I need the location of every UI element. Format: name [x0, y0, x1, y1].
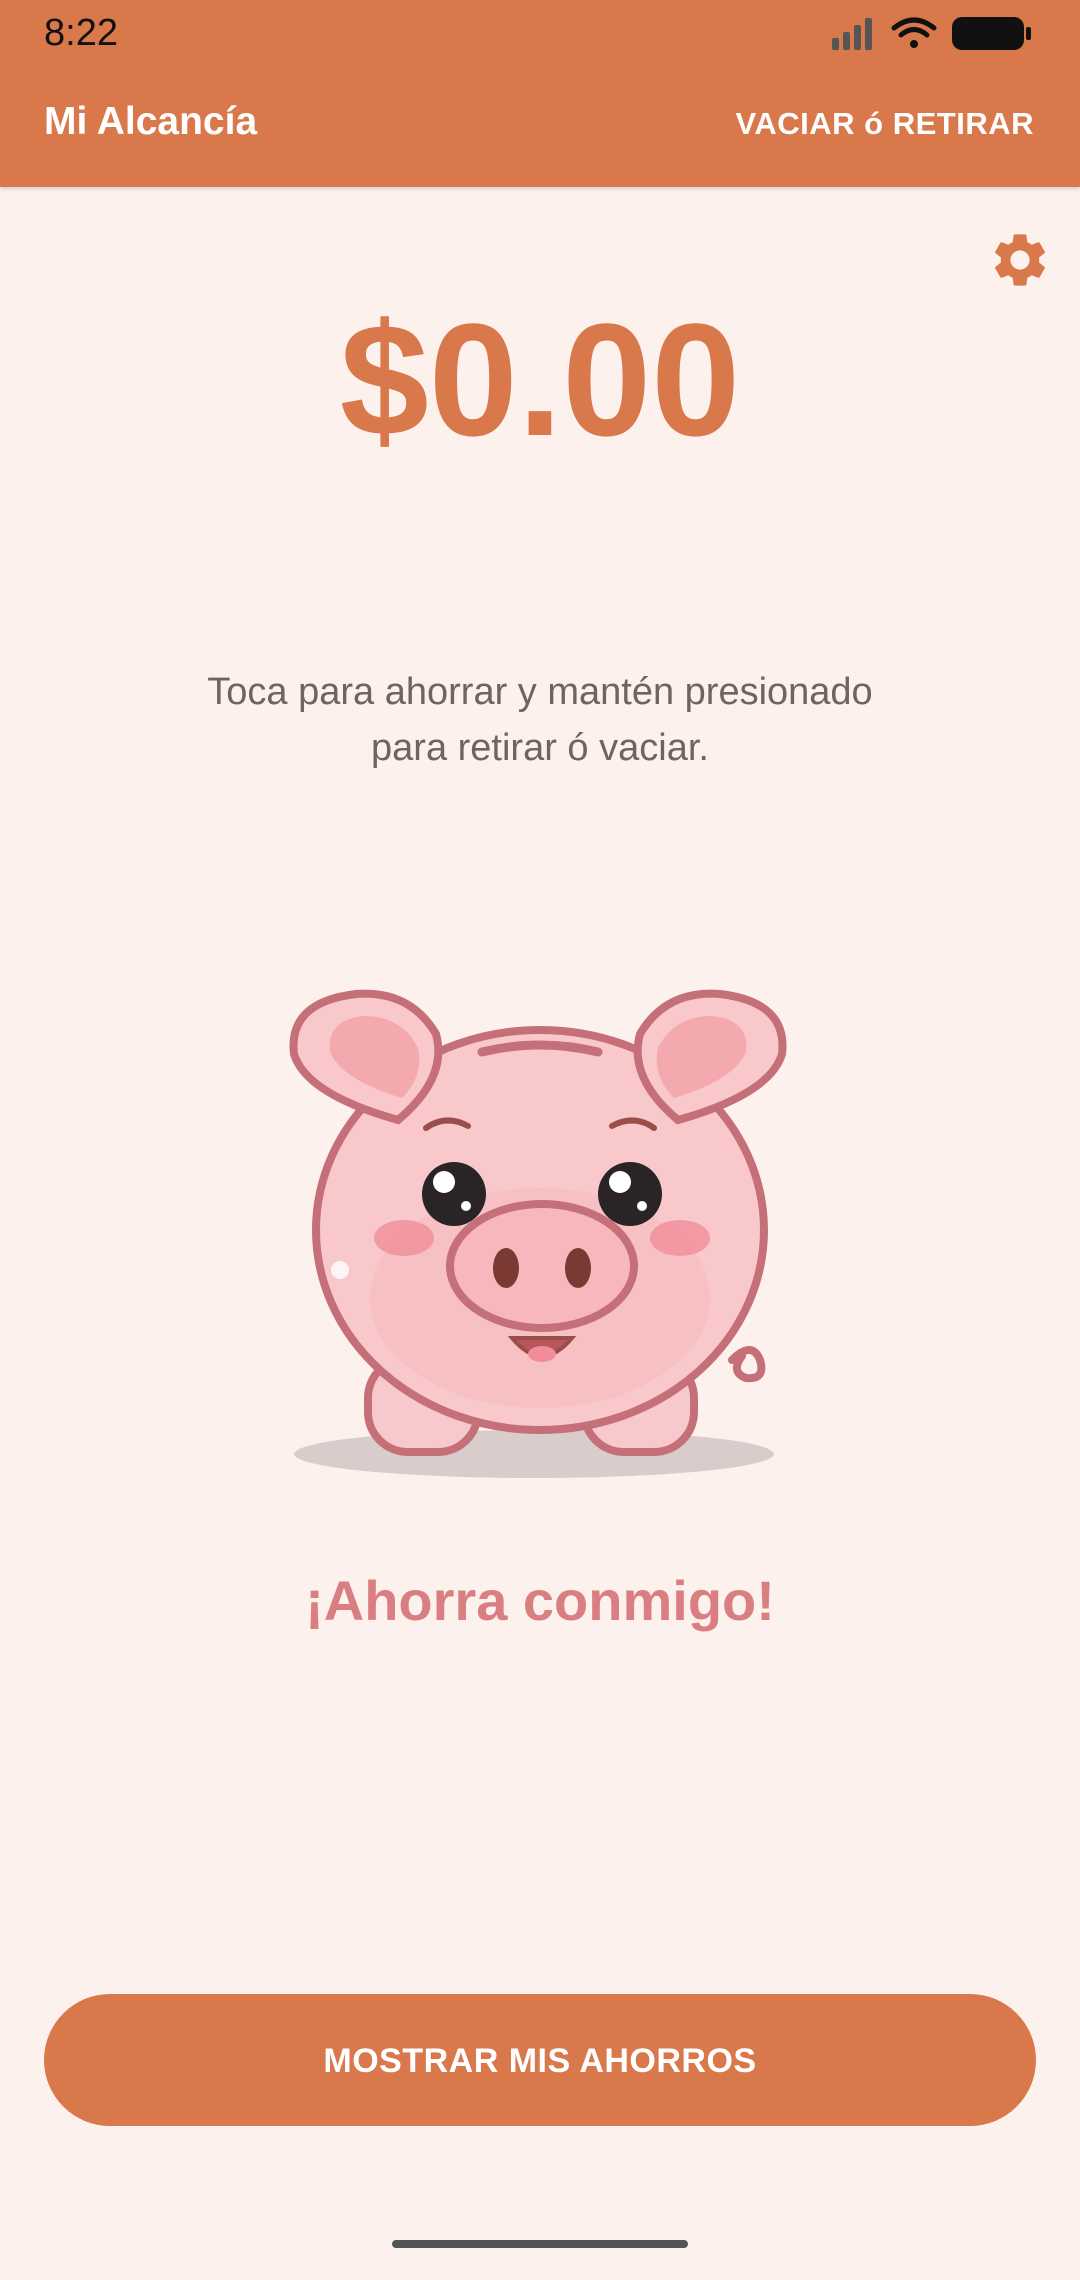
pig-tongue: [528, 1346, 556, 1362]
signal-icon: [832, 18, 872, 50]
instructions-text: Toca para ahorrar y mantén presionado pa…: [140, 664, 940, 776]
piggy-bank-icon[interactable]: [272, 968, 808, 1496]
pig-eye-left: [422, 1162, 486, 1226]
pig-tail: [728, 1346, 766, 1383]
pig-nostril-left: [493, 1248, 519, 1288]
instructions-line-1: Toca para ahorrar y mantén presionado: [207, 671, 873, 713]
home-indicator[interactable]: [392, 2240, 688, 2248]
pig-nostril-right: [565, 1248, 591, 1288]
status-icons: [832, 17, 1031, 50]
slogan-text: ¡Ahorra conmigo!: [305, 1569, 775, 1632]
pig-shadow: [294, 1430, 774, 1478]
pig-eye-right-shine: [609, 1171, 631, 1193]
pig-cheek-left: [374, 1220, 434, 1256]
pig-eye-left-shine-small: [461, 1201, 471, 1211]
savings-balance: $0.00: [339, 290, 741, 469]
show-savings-button[interactable]: MOSTRAR MIS AHORROS: [44, 1994, 1036, 2126]
app-bar: Mi Alcancía VACIAR ó RETIRAR: [0, 66, 1080, 187]
pig-eye-left-shine: [433, 1171, 455, 1193]
battery-icon: [952, 17, 1031, 50]
pig-snout: [446, 1200, 638, 1332]
instructions-line-2: para retirar ó vaciar.: [371, 727, 709, 769]
gear-icon[interactable]: [988, 228, 1052, 292]
status-bar: 8:22: [0, 0, 1080, 66]
wifi-icon: [891, 17, 937, 48]
pig-cheek-right: [650, 1220, 710, 1256]
app-title: Mi Alcancía: [44, 100, 258, 143]
pig-highlight: [331, 1261, 349, 1279]
pig-eye-right: [598, 1162, 662, 1226]
pig-eye-right-shine-small: [637, 1201, 647, 1211]
empty-or-withdraw-button[interactable]: VACIAR ó RETIRAR: [736, 106, 1034, 142]
status-time: 8:22: [44, 12, 118, 54]
